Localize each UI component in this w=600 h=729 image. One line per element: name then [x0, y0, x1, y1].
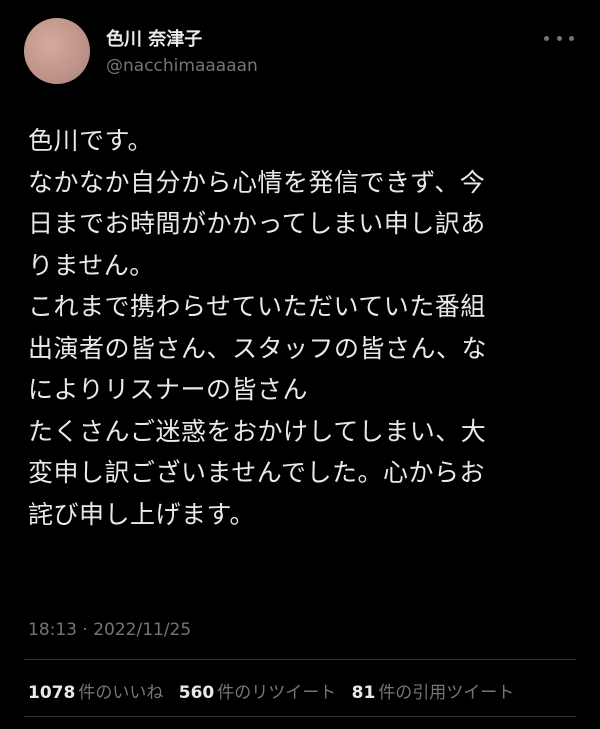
retweets-label: 件のリツイート [217, 683, 337, 703]
tweet-line: 出演者の皆さん、スタッフの皆さん、な [28, 333, 488, 363]
divider [24, 716, 576, 717]
tweet-line: なかなか自分から心情を発信できず、今 [28, 167, 486, 197]
tweet-header: 色川 奈津子 @nacchimaaaaan [24, 18, 576, 84]
more-dot [569, 35, 574, 41]
tweet-text: 色川です。 なかなか自分から心情を発信できず、今 日までお時間がかかってしまい申… [28, 120, 573, 535]
user-handle[interactable]: @nacchimaaaaan [106, 54, 258, 78]
tweet-line: これまで携わらせていただいていた番組 [28, 292, 486, 321]
tweet-line: りません。 [28, 250, 155, 280]
likes-count: 1078 [28, 683, 76, 703]
likes-label: 件のいいね [78, 683, 164, 703]
likes-stat[interactable]: 1078 件のいいね [28, 678, 163, 703]
display-name[interactable]: 色川 奈津子 [106, 28, 258, 52]
more-options-icon[interactable] [544, 28, 574, 48]
tweet-line: 詫び申し上げます。 [28, 499, 256, 529]
retweets-stat[interactable]: 560 件のリツイート [179, 678, 337, 703]
quote-tweets-stat[interactable]: 81 件の引用ツイート [352, 678, 515, 703]
user-names: 色川 奈津子 @nacchimaaaaan [106, 28, 258, 78]
divider [24, 659, 576, 660]
quote-tweets-count: 81 [351, 683, 376, 703]
tweet-line: 日までお時間がかかってしまい申し訳あ [28, 209, 486, 238]
tweet-timestamp[interactable]: 18:13 · 2022/11/25 [28, 620, 191, 640]
quote-tweets-label: 件の引用ツイート [378, 683, 515, 703]
more-dot [544, 35, 549, 41]
tweet-line: によりリスナーの皆さん [28, 375, 309, 404]
tweet-stats: 1078 件のいいね 560 件のリツイート 81 件の引用ツイート [28, 678, 524, 703]
tweet-line: 色川です。 [28, 126, 154, 155]
avatar[interactable] [24, 18, 90, 84]
more-dot [556, 35, 562, 41]
tweet-line: たくさんご迷惑をおかけしてしまい、大 [28, 416, 487, 446]
retweets-count: 560 [178, 683, 215, 703]
tweet-line: 変申し訳ございませんでした。心からお [28, 458, 486, 487]
